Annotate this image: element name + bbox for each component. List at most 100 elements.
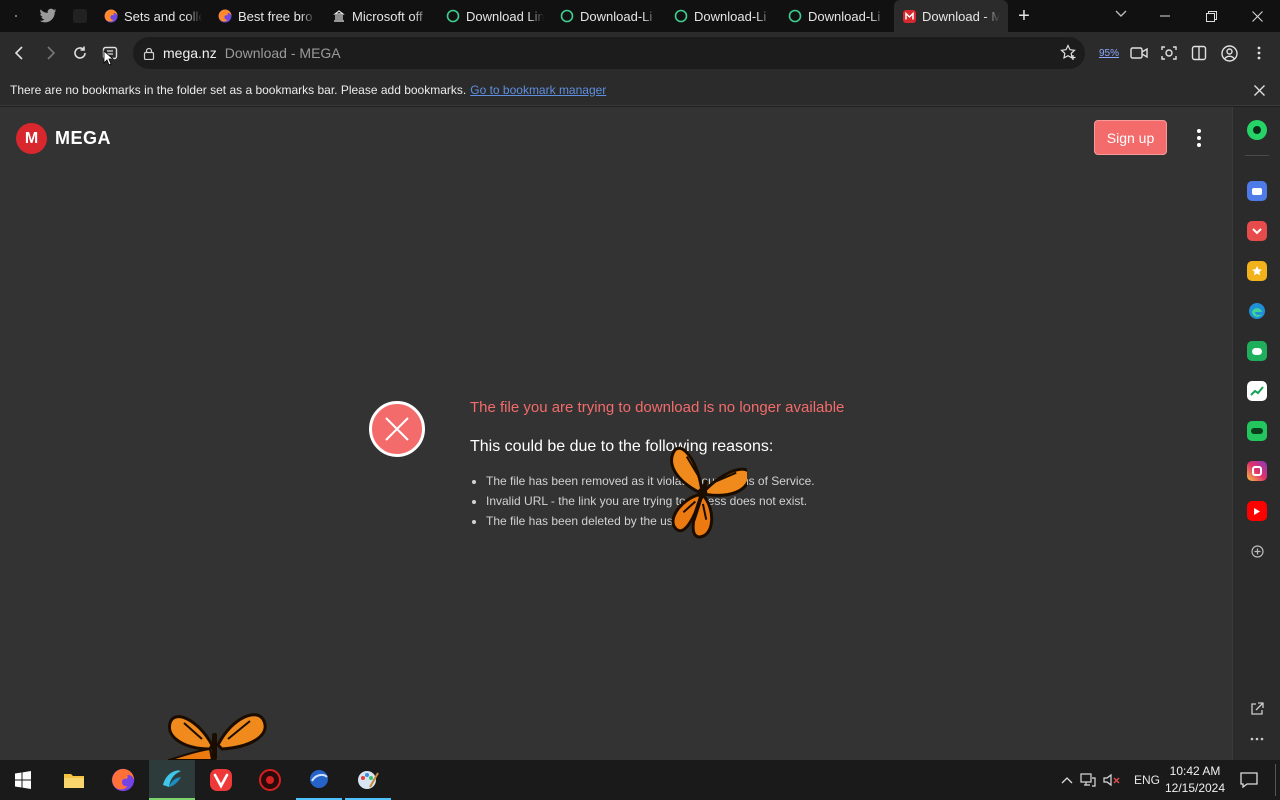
aria-icon	[1253, 126, 1261, 134]
external-link-icon	[1251, 702, 1264, 715]
taskbar-clock[interactable]: 10:42 AM 12/15/2024	[1158, 763, 1232, 797]
sidebar-item-aria[interactable]	[1247, 120, 1267, 140]
screenshot-button[interactable]	[1154, 38, 1184, 68]
tab-microsoft-off[interactable]: Microsoft off	[324, 0, 438, 32]
reader-view-button[interactable]	[95, 38, 125, 68]
palette-icon	[358, 771, 379, 789]
close-x-icon	[385, 417, 409, 441]
new-tab-button[interactable]: +	[1008, 0, 1040, 32]
tab-best-free-bro[interactable]: Best free bro	[210, 0, 324, 32]
restore-button[interactable]	[1188, 0, 1234, 32]
taskbar-vivaldi[interactable]	[198, 760, 244, 800]
sidebar-item-game[interactable]	[1247, 421, 1267, 441]
chart-icon	[1250, 386, 1264, 396]
tab-search-button[interactable]	[1108, 0, 1134, 28]
address-host: mega.nz	[163, 45, 217, 61]
reload-button[interactable]	[65, 38, 95, 68]
network-status[interactable]	[1076, 773, 1100, 787]
start-button[interactable]	[0, 760, 46, 800]
tab-download-li-1[interactable]: Download-Li	[552, 0, 666, 32]
profile-button[interactable]	[1214, 38, 1244, 68]
minimize-button[interactable]	[1142, 0, 1188, 32]
pinned-tab-dark[interactable]	[64, 0, 96, 32]
play-icon	[1254, 507, 1260, 515]
mega-logo-badge: M	[16, 123, 47, 154]
tab-download-li-2[interactable]: Download-Li	[666, 0, 780, 32]
address-page-title: Download - MEGA	[224, 45, 341, 61]
tab-label: Download - M	[922, 8, 1000, 24]
action-center-button[interactable]	[1226, 760, 1272, 800]
volume-status[interactable]	[1100, 773, 1124, 787]
browser-menu-button[interactable]	[1244, 38, 1274, 68]
app-icon	[73, 9, 87, 23]
globe-ring-icon	[788, 9, 802, 23]
close-icon	[1253, 84, 1265, 96]
sidebar-more-button[interactable]	[1247, 729, 1267, 749]
tab-download-lin[interactable]: Download Lin	[438, 0, 552, 32]
sidebar-item-instagram[interactable]	[1247, 461, 1267, 481]
error-icon	[369, 401, 425, 457]
taskbar-firefox[interactable]	[100, 760, 146, 800]
firefox-icon	[104, 9, 118, 23]
tab-label: Download-Li	[808, 8, 881, 24]
bookmark-manager-link[interactable]: Go to bookmark manager	[470, 83, 606, 97]
edge-icon	[1249, 303, 1265, 319]
butterfly-overlay-image	[670, 446, 747, 539]
video-capture-button[interactable]	[1124, 38, 1154, 68]
tab-download-li-3[interactable]: Download-Li	[780, 0, 894, 32]
star-add-icon	[1060, 44, 1076, 60]
star-icon	[1252, 266, 1262, 276]
page-menu-button[interactable]	[1188, 127, 1210, 149]
sidebar-item-youtube[interactable]	[1247, 501, 1267, 521]
show-desktop-divider[interactable]	[1275, 764, 1276, 796]
taskbar-file-explorer[interactable]	[51, 760, 97, 800]
dot	[1197, 136, 1201, 140]
tab-list: Sets and colle Best free bro Microsoft o…	[96, 0, 1008, 32]
taskbar-app-paint[interactable]	[345, 760, 391, 800]
zoom-level: 95%	[1098, 47, 1119, 59]
bookmarks-bar: There are no bookmarks in the folder set…	[0, 74, 1280, 106]
close-bookmarks-bar-button[interactable]	[1250, 81, 1268, 99]
pocket-icon	[1252, 228, 1262, 235]
pinned-tab-blank[interactable]	[0, 0, 32, 32]
show-hidden-icons-button[interactable]	[1058, 776, 1076, 784]
back-button[interactable]	[5, 38, 35, 68]
zoom-indicator[interactable]: 95%	[1094, 38, 1124, 68]
globe-ring-icon	[560, 9, 574, 23]
arrow-left-icon	[14, 46, 23, 60]
sidebar-popout-button[interactable]	[1247, 699, 1267, 719]
system-tray: ENG	[1058, 760, 1160, 800]
message-icon	[1252, 347, 1262, 355]
kebab-menu-icon	[1257, 46, 1261, 60]
tab-download-mega[interactable]: Download - M	[894, 0, 1008, 32]
sidebar-item-favorites[interactable]	[1247, 261, 1267, 281]
sidebar-item-pocket[interactable]	[1247, 221, 1267, 241]
minimize-icon	[1160, 15, 1170, 17]
close-window-button[interactable]	[1234, 0, 1280, 32]
taskbar-app-blue[interactable]	[296, 760, 342, 800]
sidebar-item-edge[interactable]	[1247, 301, 1267, 321]
pinned-tab-twitter[interactable]	[32, 0, 64, 32]
tab-sets-and-colle[interactable]: Sets and colle	[96, 0, 210, 32]
taskbar-browser-active[interactable]	[149, 760, 195, 800]
sidebar-item-messenger[interactable]	[1247, 181, 1267, 201]
building-icon	[332, 9, 346, 23]
restore-icon	[1205, 10, 1217, 22]
taskbar-app-red[interactable]	[247, 760, 293, 800]
input-language[interactable]: ENG	[1134, 773, 1160, 787]
user-circle-icon	[1220, 44, 1238, 62]
sidebar-add-button[interactable]	[1247, 541, 1267, 561]
error-reasons-list: The file has been removed as it violated…	[486, 471, 815, 531]
dot	[1197, 129, 1201, 133]
sidebar-item-wechat[interactable]	[1247, 341, 1267, 361]
address-bar[interactable]: mega.nz Download - MEGA	[133, 37, 1085, 69]
sign-up-button[interactable]: Sign up	[1094, 120, 1167, 155]
camera-icon	[1161, 46, 1177, 60]
mega-logo[interactable]: M MEGA	[16, 123, 111, 154]
clock-date: 12/15/2024	[1164, 781, 1226, 795]
forward-button[interactable]	[35, 38, 65, 68]
sidebar-item-stocks[interactable]	[1247, 381, 1267, 401]
dot	[1197, 143, 1201, 147]
split-screen-button[interactable]	[1184, 38, 1214, 68]
bookmark-star-button[interactable]	[1060, 44, 1077, 64]
